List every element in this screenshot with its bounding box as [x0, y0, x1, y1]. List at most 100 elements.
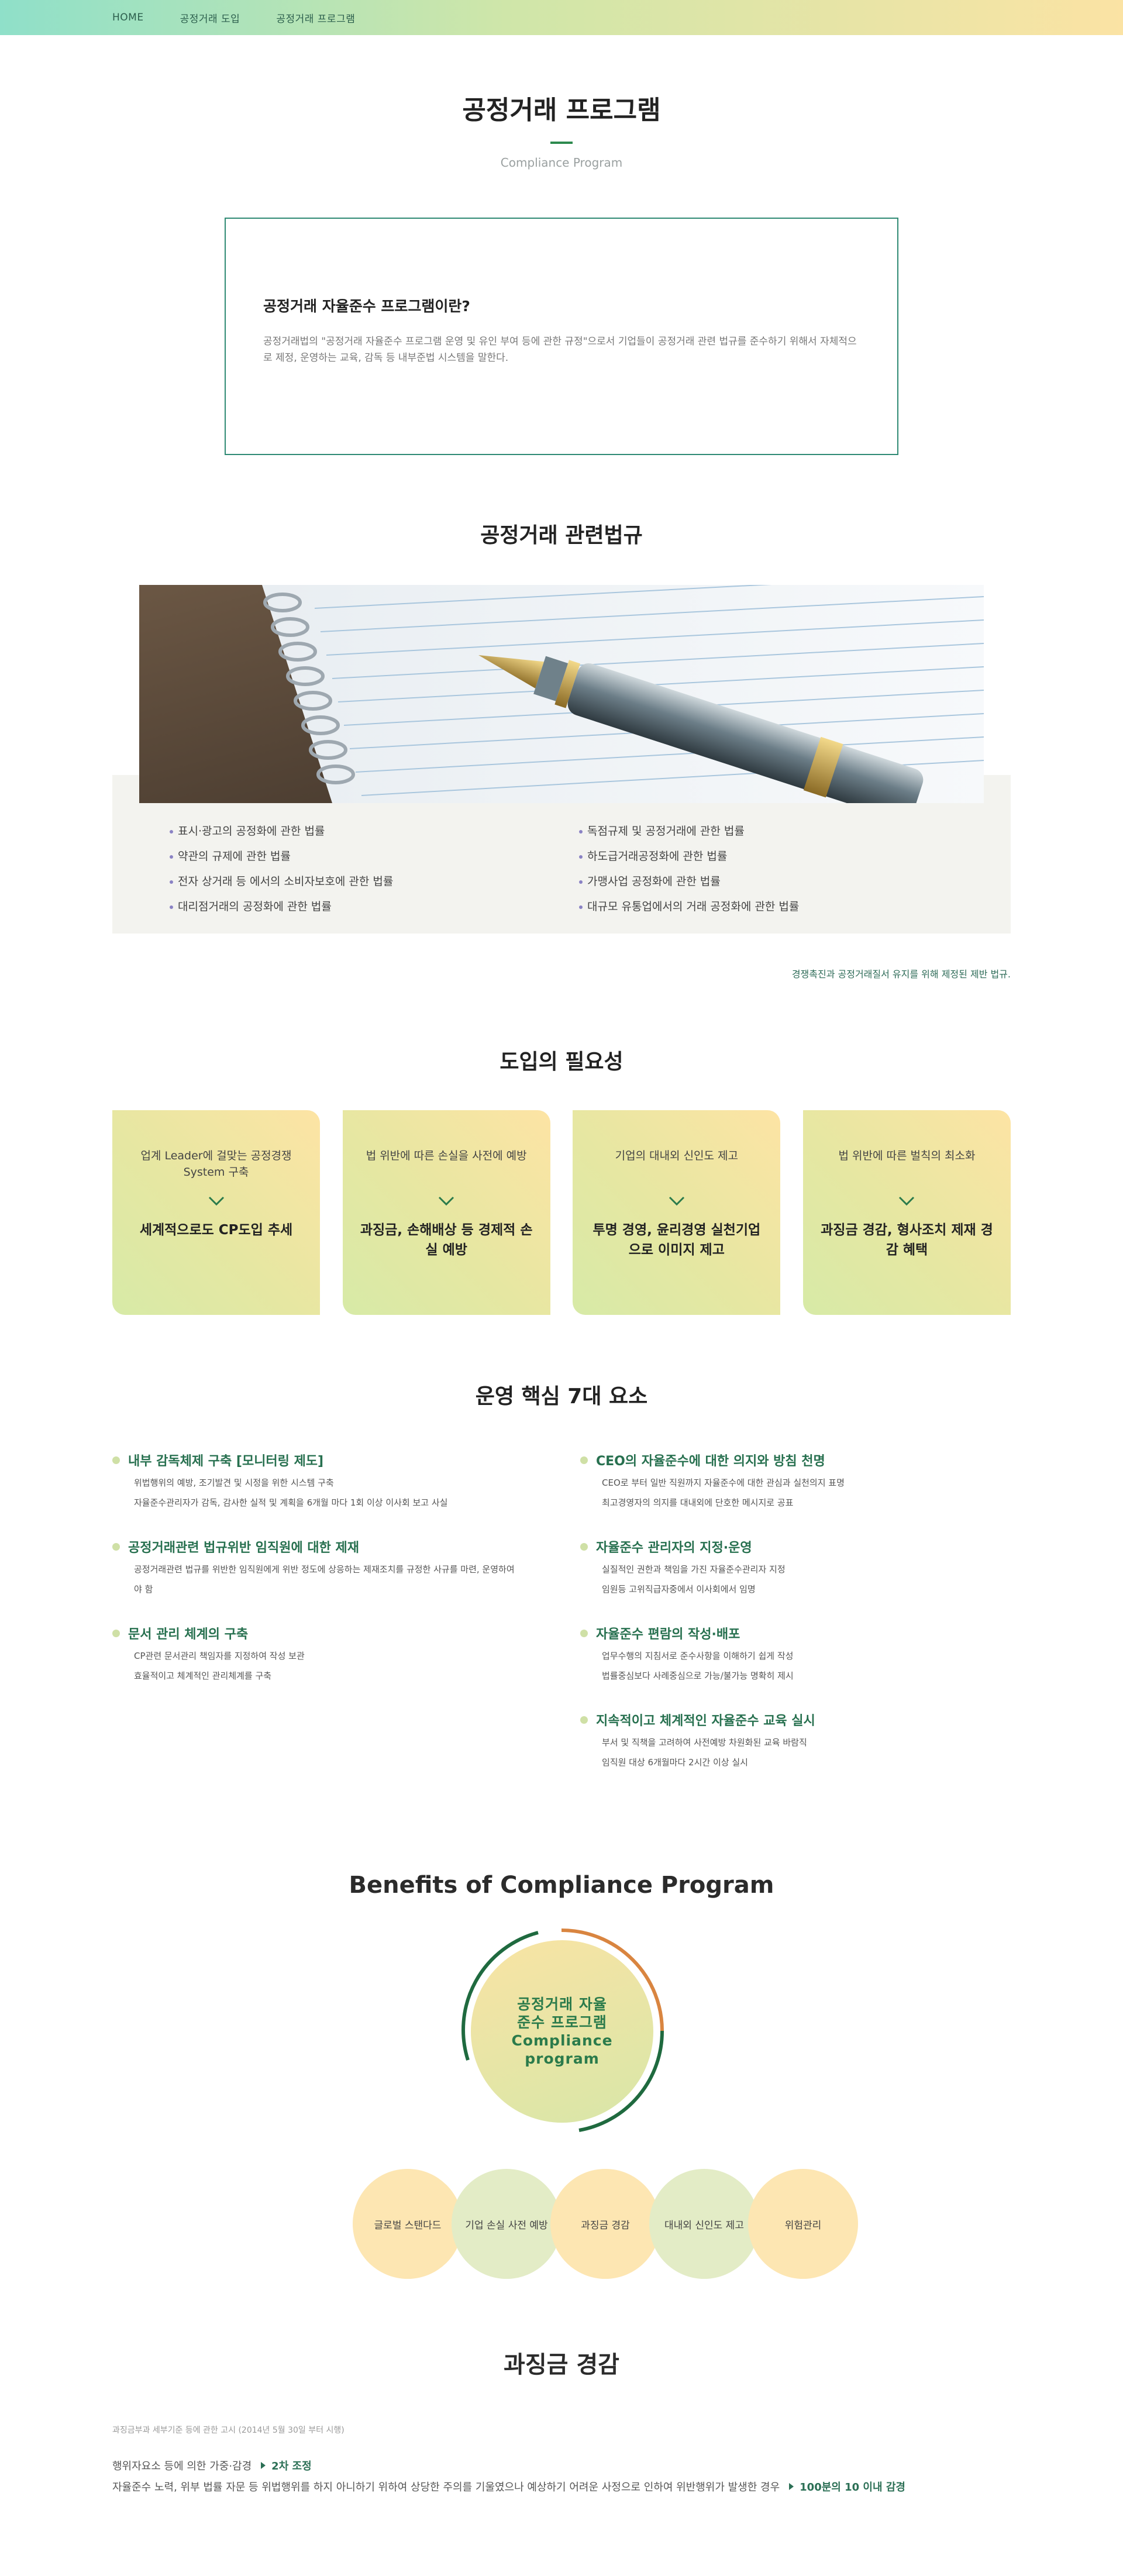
elements-list: 내부 감독체제 구축 [모니터링 제도] 위법행위의 예방, 조기발견 및 시정…	[112, 1451, 1011, 1825]
penalty-row1-text: 행위자요소 등에 의한 가중·감경	[112, 2460, 252, 2472]
page-header: 공정거래 프로그램 Compliance Program	[112, 35, 1011, 170]
element-item: 공정거래관련 법규위반 임직원에 대한 제재 공정거래관련 법규를 위반한 임직…	[112, 1537, 533, 1599]
benefits-center-circle: 공정거래 자율준수 프로그램 Compliance program	[471, 1940, 653, 2123]
penalty-row-reduction: 자율준수 노력, 위부 법률 자문 등 위법행위를 하지 아니하기 위하여 상당…	[112, 2479, 1011, 2494]
nav-program[interactable]: 공정거래 프로그램	[276, 11, 355, 25]
fountain-pen-notebook-image	[139, 585, 984, 803]
penalty-row2-text: 자율준수 노력, 위부 법률 자문 등 위법행위를 하지 아니하기 위하여 상당…	[112, 2481, 780, 2494]
element-line: CP관련 문서관리 책임자를 지정하여 작성 보관	[134, 1651, 305, 1661]
benefit-bubble: 기업 손실 사전 예방	[452, 2169, 562, 2279]
necessity-cards: 업계 Leader에 걸맞는 공정경쟁 System 구축 세계적으로도 CP도…	[112, 1110, 1011, 1315]
law-item: 대규모 유통업에서의 거래 공정화에 관한 법률	[579, 894, 907, 919]
element-item: 내부 감독체제 구축 [모니터링 제도] 위법행위의 예방, 조기발견 및 시정…	[112, 1451, 533, 1513]
nav-introduction[interactable]: 공정거래 도입	[180, 11, 240, 25]
element-heading: 자율준수 편람의 작성·배포	[596, 1627, 740, 1642]
element-item: 문서 관리 체계의 구축 CP관련 문서관리 책임자를 지정하여 작성 보관효율…	[112, 1624, 533, 1686]
chevron-down-icon	[669, 1196, 684, 1206]
page-subtitle: Compliance Program	[500, 156, 623, 170]
nav-home[interactable]: HOME	[112, 12, 144, 23]
element-line: 임직원 대상 6개월마다 2시간 이상 실시	[602, 1757, 748, 1768]
penalty-row-adjustment: 행위자요소 등에 의한 가중·감경 2차 조정	[112, 2458, 1011, 2473]
element-line: 임원등 고위직급자중에서 이사회에서 임명	[602, 1584, 756, 1594]
necessity-card: 법 위반에 따른 손실을 사전에 예방 과징금, 손해배상 등 경제적 손실 예…	[342, 1110, 550, 1315]
element-line: 공정거래관련 법규를 위반한 임직원에게 위반 정도에 상응하는 제재조치를 규…	[134, 1564, 515, 1594]
top-nav: HOME 공정거래 도입 공정거래 프로그램	[0, 0, 1123, 35]
laws-list-right: 독점규제 및 공정거래에 관한 법률 하도급거래공정화에 관한 법률 가맹사업 …	[579, 819, 907, 919]
element-heading: 내부 감독체제 구축 [모니터링 제도]	[128, 1454, 324, 1469]
element-line: 위법행위의 예방, 조기발견 및 시정을 위한 시스템 구축	[134, 1478, 334, 1488]
element-line: 실질적인 권한과 책임을 가진 자율준수관리자 지정	[602, 1564, 786, 1575]
laws-area: 표시·광고의 공정화에 관한 법률 약관의 규제에 관한 법률 전자 상거래 등…	[112, 585, 1011, 934]
benefit-bubble: 과징금 경감	[550, 2169, 660, 2279]
title-underline	[550, 142, 573, 144]
benefits-center-label: 공정거래 자율준수 프로그램 Compliance program	[511, 1996, 613, 2067]
intro-box: 공정거래 자율준수 프로그램이란? 공정거래법의 "공정거래 자율준수 프로그램…	[225, 218, 898, 455]
penalty-row1-highlight: 2차 조정	[271, 2460, 312, 2472]
card-result: 과징금 경감, 형사조치 제재 경감 혜택	[821, 1222, 993, 1258]
nav-links: HOME 공정거래 도입 공정거래 프로그램	[112, 0, 355, 35]
triangle-right-icon	[789, 2483, 794, 2490]
element-item: 자율준수 관리자의 지정·운영 실질적인 권한과 책임을 가진 자율준수관리자 …	[580, 1537, 1001, 1599]
element-item: 자율준수 편람의 작성·배포 업무수행의 지침서로 준수사항을 이해하기 쉽게 …	[580, 1624, 1001, 1686]
page-title: 공정거래 프로그램	[462, 95, 661, 125]
bullet-dot	[112, 1542, 120, 1551]
card-result: 과징금, 손해배상 등 경제적 손실 예방	[360, 1222, 533, 1258]
elements-title: 운영 핵심 7대 요소	[475, 1385, 648, 1408]
element-line: 자율준수관리자가 감독, 감사한 실적 및 계획을 6개월 마다 1회 이상 이…	[134, 1497, 448, 1508]
element-heading: 자율준수 관리자의 지정·운영	[596, 1541, 752, 1555]
element-line: 최고경영자의 의지를 대내외에 단호한 메시지로 공표	[602, 1497, 794, 1508]
bullet-dot	[580, 1629, 588, 1637]
element-heading: 지속적이고 체계적인 자율준수 교육 실시	[596, 1714, 815, 1728]
element-line: 업무수행의 지침서로 준수사항을 이해하기 쉽게 작성	[602, 1651, 794, 1661]
element-heading: 공정거래관련 법규위반 임직원에 대한 제재	[128, 1541, 359, 1555]
element-line: 효율적이고 체계적인 관리체계를 구축	[134, 1671, 272, 1681]
element-line: 부서 및 직책을 고려하여 사전예방 차원화된 교육 바람직	[602, 1737, 807, 1748]
laws-title: 공정거래 관련법규	[480, 524, 643, 547]
necessity-title: 도입의 필요성	[500, 1050, 623, 1074]
card-reason: 업계 Leader에 걸맞는 공정경쟁 System 구축	[140, 1149, 292, 1179]
element-item: 지속적이고 체계적인 자율준수 교육 실시 부서 및 직책을 고려하여 사전예방…	[580, 1710, 1001, 1772]
card-result: 투명 경영, 윤리경영 실천기업으로 이미지 제고	[592, 1222, 761, 1258]
benefit-bubble: 글로벌 스탠다드	[353, 2169, 463, 2279]
necessity-card: 기업의 대내외 신인도 제고 투명 경영, 윤리경영 실천기업으로 이미지 제고	[573, 1110, 781, 1315]
law-item: 독점규제 및 공정거래에 관한 법률	[579, 819, 907, 844]
page-bottom-spacer	[112, 2494, 1011, 2576]
card-reason: 법 위반에 따른 벌칙의 최소화	[838, 1149, 976, 1162]
benefit-bubble: 위험관리	[748, 2169, 858, 2279]
triangle-right-icon	[261, 2462, 266, 2469]
element-line: 법률중심보다 사례중심으로 가능/불가능 명확히 제시	[602, 1671, 794, 1681]
law-item: 가맹사업 공정화에 관한 법률	[579, 869, 907, 894]
bullet-dot	[112, 1456, 120, 1464]
intro-body: 공정거래법의 "공정거래 자율준수 프로그램 운영 및 유인 부여 등에 관한 …	[263, 336, 857, 364]
penalty-source: 과징금부과 세부기준 등에 관한 고시 (2014년 5월 30일 부터 시행)	[112, 2426, 345, 2435]
page-content: 공정거래 프로그램 Compliance Program 공정거래 자율준수 프…	[112, 35, 1011, 2576]
law-item: 전자 상거래 등 에서의 소비자보호에 관한 법률	[170, 869, 497, 894]
laws-list-left: 표시·광고의 공정화에 관한 법률 약관의 규제에 관한 법률 전자 상거래 등…	[170, 819, 497, 919]
bullet-dot	[580, 1716, 588, 1724]
law-item: 약관의 규제에 관한 법률	[170, 844, 497, 869]
chevron-down-icon	[899, 1196, 915, 1206]
element-heading: 문서 관리 체계의 구축	[128, 1627, 249, 1642]
benefits-title: Benefits of Compliance Program	[349, 1872, 774, 1899]
card-reason: 기업의 대내외 신인도 제고	[615, 1149, 739, 1162]
law-item: 대리점거래의 공정화에 관한 법률	[170, 894, 497, 919]
law-item: 표시·광고의 공정화에 관한 법률	[170, 819, 497, 844]
necessity-card: 법 위반에 따른 벌칙의 최소화 과징금 경감, 형사조치 제재 경감 혜택	[802, 1110, 1011, 1315]
bullet-dot	[112, 1629, 120, 1637]
element-line: CEO로 부터 일반 직원까지 자율준수에 대한 관심과 실천의지 표명	[602, 1478, 845, 1488]
card-result: 세계적으로도 CP도입 추세	[139, 1222, 293, 1238]
intro-heading: 공정거래 자율준수 프로그램이란?	[263, 298, 470, 315]
chevron-down-icon	[439, 1196, 454, 1206]
benefits-bubbles: 글로벌 스탠다드 기업 손실 사전 예방 과징금 경감 대내외 신인도 제고 위…	[298, 2169, 858, 2286]
element-item: CEO의 자율준수에 대한 의지와 방침 천명 CEO로 부터 일반 직원까지 …	[580, 1451, 1001, 1513]
necessity-card: 업계 Leader에 걸맞는 공정경쟁 System 구축 세계적으로도 CP도…	[112, 1110, 320, 1315]
chevron-down-icon	[208, 1196, 224, 1206]
element-heading: CEO의 자율준수에 대한 의지와 방침 천명	[596, 1454, 825, 1469]
law-item: 하도급거래공정화에 관한 법률	[579, 844, 907, 869]
laws-note: 경쟁촉진과 공정거래질서 유지를 위해 제정된 제반 법규.	[791, 969, 1011, 980]
card-reason: 법 위반에 따른 손실을 사전에 예방	[366, 1149, 527, 1162]
penalty-row2-highlight: 100분의 10 이내 감경	[800, 2481, 905, 2494]
penalty-title: 과징금 경감	[504, 2351, 619, 2378]
bullet-dot	[580, 1542, 588, 1551]
benefits-hub: 공정거래 자율준수 프로그램 Compliance program	[445, 1914, 678, 2148]
